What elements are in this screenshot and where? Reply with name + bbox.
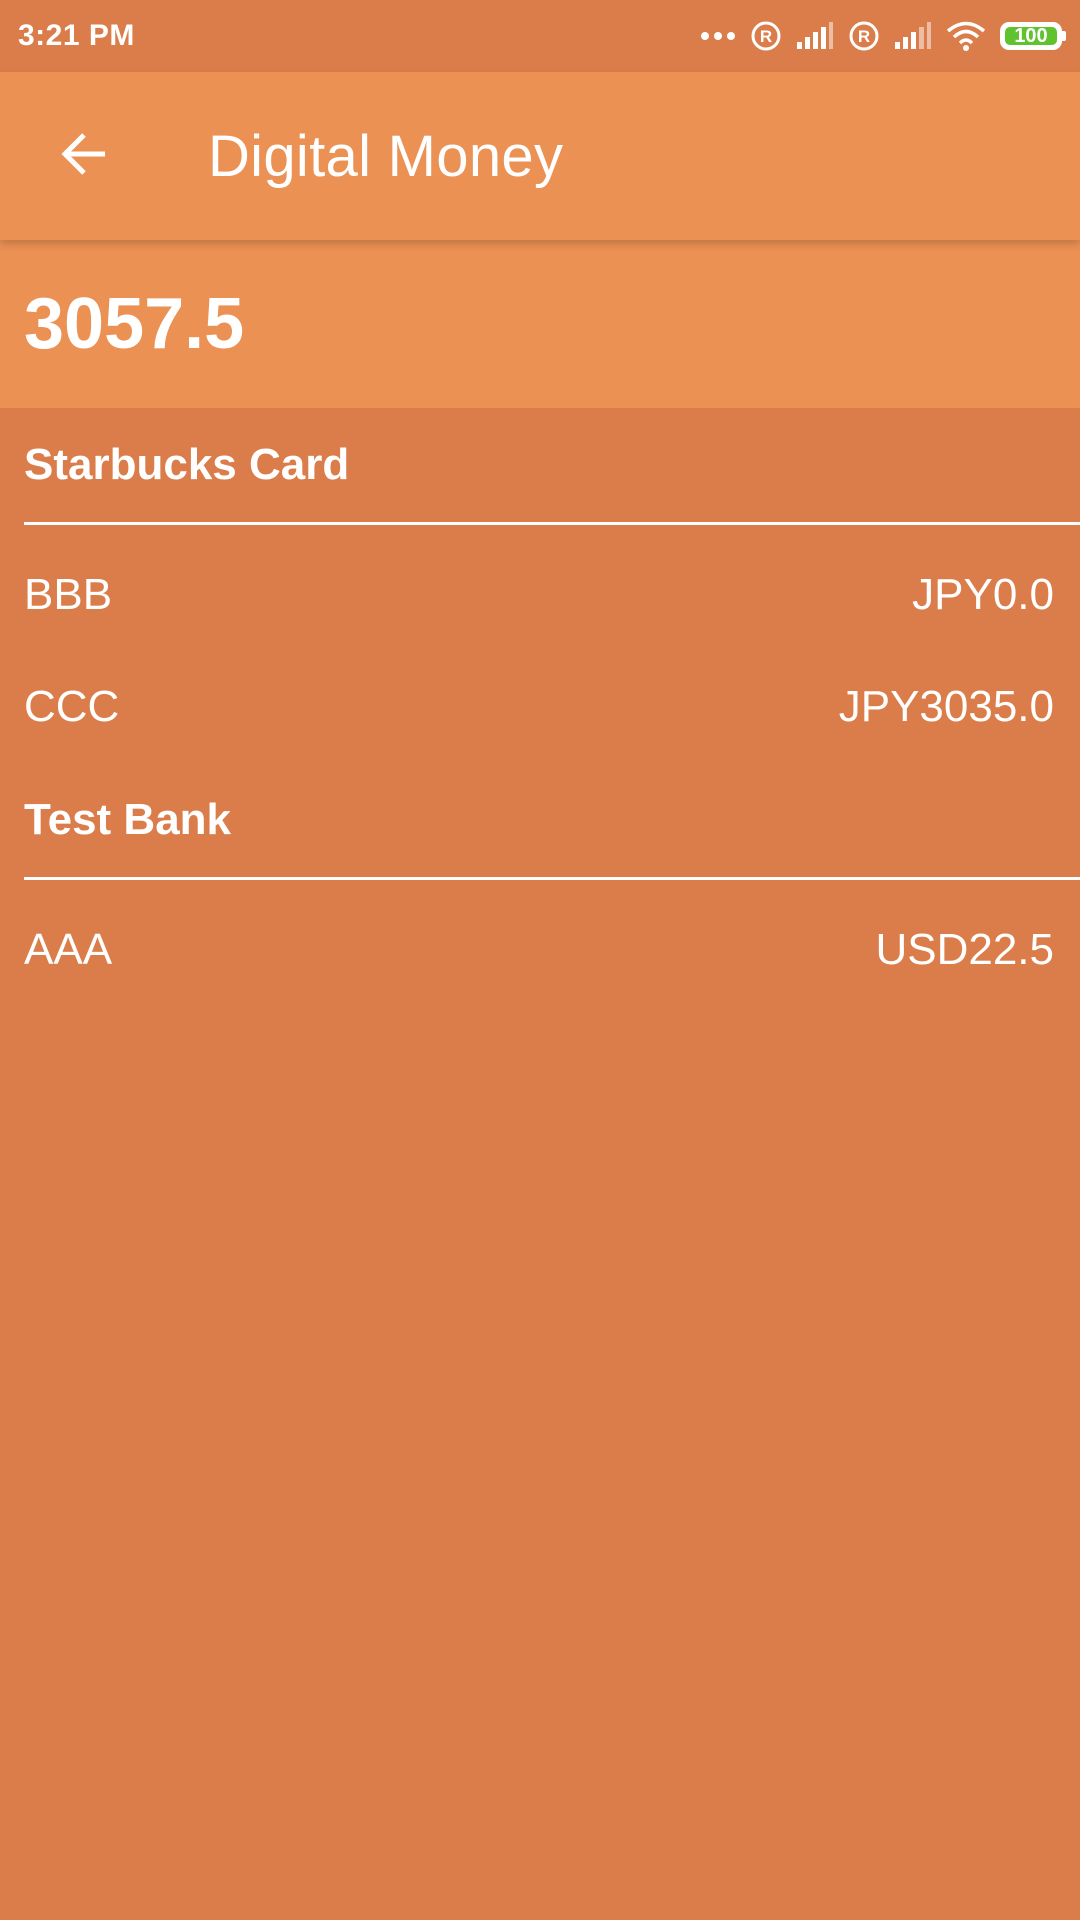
total-amount: 3057.5: [24, 284, 245, 364]
status-icons: R R 100: [700, 20, 1066, 52]
total-panel: 3057.5: [0, 240, 1080, 408]
back-button[interactable]: [40, 112, 128, 200]
app-bar: Digital Money: [0, 72, 1080, 240]
item-balance: USD22.5: [875, 925, 1054, 974]
group-header-test-bank: Test Bank: [24, 795, 232, 844]
roaming-r-icon: R: [848, 20, 880, 52]
status-time: 3:21 PM: [18, 19, 135, 52]
more-dots-icon: [700, 30, 736, 42]
item-name: CCC: [24, 682, 120, 731]
roaming-r-icon: R: [750, 20, 782, 52]
battery-level: 100: [1005, 26, 1057, 46]
status-bar: 3:21 PM R R 100: [0, 0, 1080, 72]
item-name: AAA: [24, 925, 113, 974]
page-title: Digital Money: [208, 123, 564, 189]
svg-text:R: R: [760, 27, 772, 46]
group-header-starbucks-card: Starbucks Card: [24, 440, 350, 489]
item-name: BBB: [24, 570, 113, 619]
signal-icon: [796, 22, 834, 50]
account-list: Starbucks Card BBB JPY0.0 CCC JPY3035.0 …: [0, 408, 1080, 1006]
item-balance: JPY3035.0: [838, 682, 1054, 731]
list-item[interactable]: AAA USD22.5: [0, 894, 1080, 1006]
list-item[interactable]: BBB JPY0.0: [0, 539, 1080, 651]
battery-icon: 100: [1000, 22, 1066, 50]
svg-text:R: R: [858, 27, 870, 46]
arrow-left-icon: [57, 127, 111, 186]
item-balance: JPY0.0: [912, 570, 1054, 619]
list-item[interactable]: CCC JPY3035.0: [0, 651, 1080, 763]
signal-icon: [894, 22, 932, 50]
wifi-icon: [946, 21, 986, 51]
